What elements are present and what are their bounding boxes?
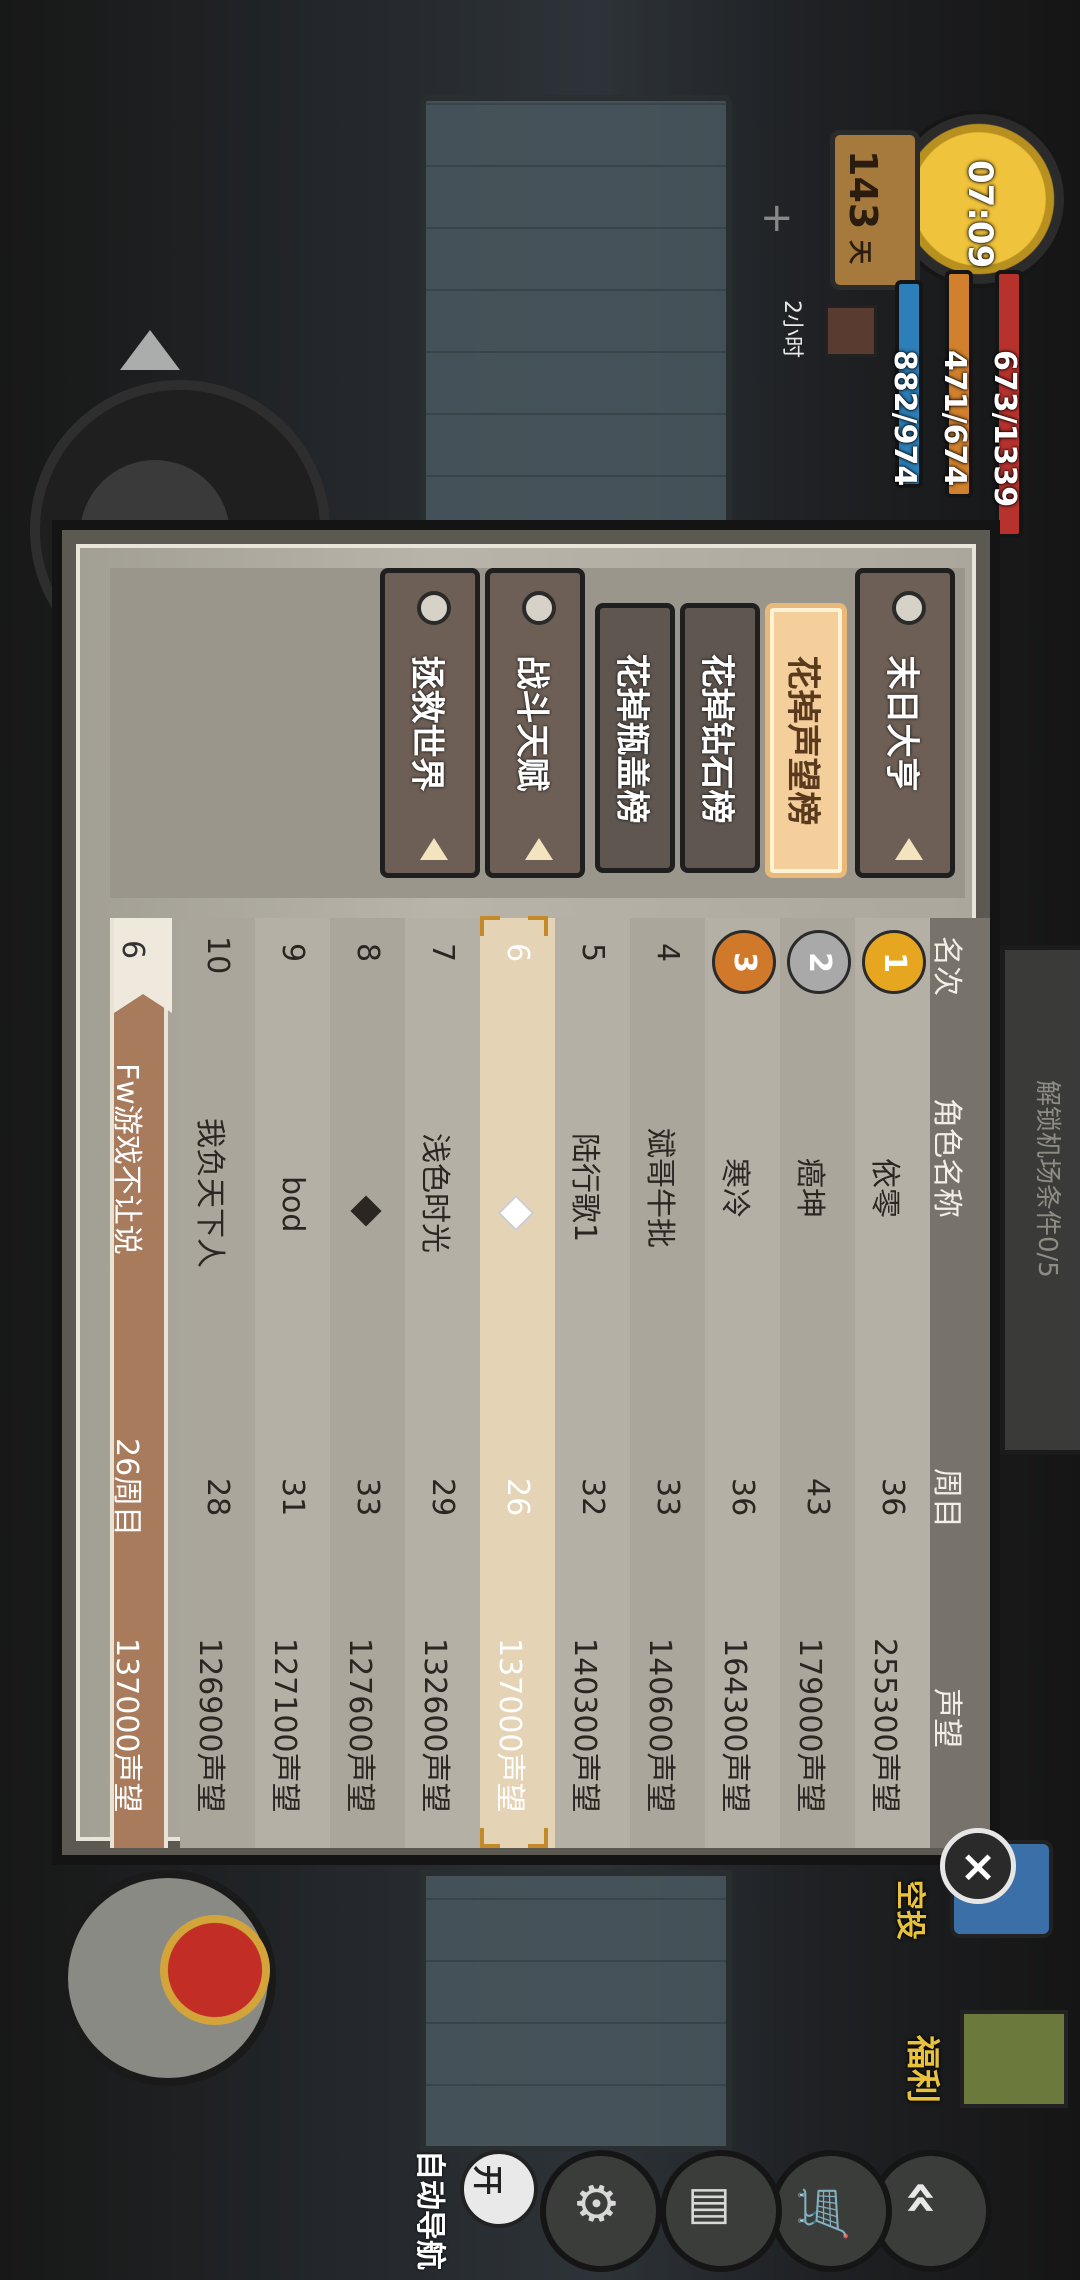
tab-combat-talent[interactable]: 战斗天赋: [485, 568, 585, 878]
back-arrow-icon: «: [890, 2180, 955, 2217]
highlight-corner: [528, 916, 548, 936]
header-name: 角色名称: [929, 1098, 964, 1218]
row-name: 寒冷: [717, 1158, 752, 1218]
row-fame: 126900声望: [192, 1638, 227, 1813]
stats-icon: ▥: [686, 2185, 740, 2229]
highlight-corner: [528, 1828, 548, 1848]
row-week: 33: [650, 1478, 685, 1517]
tab-label: 花掉钻石榜: [696, 653, 737, 823]
highlight-corner: [480, 916, 500, 936]
row-name: 癌坤: [792, 1158, 827, 1218]
tab-fame-spent[interactable]: 花掉声望榜: [765, 603, 847, 878]
tab-bottlecap-spent[interactable]: 花掉瓶盖榜: [595, 603, 675, 873]
leaderboard-panel: 末日大亨 花掉声望榜 花掉钻石榜 花掉瓶盖榜 战斗天赋 拯救世界 名次 角色名称…: [76, 544, 990, 1848]
background-room-lower: [420, 1870, 732, 2152]
tab-label: 战斗天赋: [511, 655, 552, 791]
row-week: 31: [275, 1478, 310, 1517]
header-rank: 名次: [929, 936, 964, 996]
row-fame: 255300声望: [867, 1638, 902, 1813]
expand-triangle-icon: [525, 838, 553, 860]
header-fame: 声望: [929, 1688, 964, 1748]
row-rank: 8: [350, 943, 385, 963]
tab-save-the-world[interactable]: 拯救世界: [380, 568, 480, 878]
row-week: 28: [200, 1478, 235, 1517]
tab-doomsday-tycoon[interactable]: 末日大亨: [855, 568, 955, 878]
row-rank: 4: [650, 943, 685, 963]
row-week: 26: [500, 1478, 535, 1517]
day-number: 143: [841, 150, 885, 230]
row-week: 33: [350, 1478, 385, 1517]
header-week: 周目: [929, 1468, 964, 1528]
row-fame: 164300声望: [717, 1638, 752, 1813]
tab-label: 拯救世界: [406, 655, 447, 791]
tab-label: 花掉瓶盖榜: [611, 653, 652, 823]
tab-diamond-spent[interactable]: 花掉钻石榜: [680, 603, 760, 873]
row-fame: 140300声望: [567, 1638, 602, 1813]
leaderboard-table: 名次 角色名称 周目 声望 1 依零 36 255300声望 2 癌坤 43 1…: [109, 916, 990, 1848]
buff-time: 2小时: [779, 300, 804, 358]
row-week: 32: [575, 1478, 610, 1517]
clock-time: 07:09: [960, 160, 1000, 269]
add-icon[interactable]: +: [760, 195, 794, 241]
row-name: 斌哥牛批: [642, 1128, 677, 1248]
row-week: 29: [425, 1478, 460, 1517]
tab-hole-icon: [417, 591, 451, 625]
row-fame: 179000声望: [792, 1638, 827, 1813]
gold-medal-icon: 1: [862, 930, 926, 994]
row-fame: 132600声望: [417, 1638, 452, 1813]
airdrop-label[interactable]: 空投: [892, 1880, 927, 1940]
welfare-chest-icon[interactable]: [960, 2010, 1068, 2108]
row-name: 陆行歌1: [567, 1133, 602, 1243]
row-rank: 7: [425, 943, 460, 963]
silver-medal-icon: 2: [787, 930, 851, 994]
unlock-airport-text: 解锁机场条件0/5: [1032, 1080, 1062, 1278]
row-week: 43: [800, 1478, 835, 1517]
row-rank: 5: [575, 943, 610, 963]
row-name: 我负天下人: [192, 1118, 227, 1268]
tab-hole-icon: [522, 591, 556, 625]
cart-icon: 🛒: [796, 2185, 850, 2243]
row-fame: 140600声望: [642, 1638, 677, 1813]
row-fame: 127600声望: [342, 1638, 377, 1813]
attack-button[interactable]: [160, 1915, 270, 2025]
row-rank: 6: [500, 943, 535, 963]
my-rank-flag: [114, 918, 172, 1013]
row-name: bod: [275, 1176, 310, 1233]
row-rank: 9: [275, 943, 310, 963]
close-button[interactable]: ×: [940, 1828, 1016, 1904]
close-icon: ×: [959, 1840, 997, 1892]
my-fame: 137000声望: [109, 1638, 144, 1813]
row-fame: 137000声望: [492, 1638, 527, 1813]
expand-triangle-icon: [895, 838, 923, 860]
row-fame: 127100声望: [267, 1638, 302, 1813]
tab-label: 末日大亨: [881, 655, 922, 791]
auto-nav-toggle-text: 开: [469, 2165, 504, 2195]
leaderboard-modal: 末日大亨 花掉声望榜 花掉钻石榜 花掉瓶盖榜 战斗天赋 拯救世界 名次 角色名称…: [52, 520, 1000, 1865]
expand-triangle-icon: [420, 838, 448, 860]
highlight-corner: [480, 1828, 500, 1848]
gear-icon: ⚙: [565, 2180, 625, 2227]
buff-icon[interactable]: [825, 305, 877, 357]
welfare-label[interactable]: 福利: [902, 2035, 942, 2103]
row-week: 36: [725, 1478, 760, 1517]
row-rank: 10: [200, 936, 235, 975]
my-rank: 6: [115, 940, 150, 960]
bronze-medal-icon: 3: [712, 930, 776, 994]
my-name: Fw游戏不让说: [109, 1063, 144, 1255]
hp-value: 673/1339: [987, 350, 1022, 508]
day-unit: 天: [846, 240, 874, 264]
auto-nav-label: 自动导航: [412, 2150, 447, 2270]
game-screen: + 解锁机场条件0/5 07:09 143 天 673/1339 471/674…: [0, 0, 1080, 2280]
row-name: 浅色时光: [417, 1133, 452, 1253]
my-week: 26周目: [109, 1438, 144, 1537]
joystick-arrow-icon: [120, 330, 180, 370]
row-week: 36: [875, 1478, 910, 1517]
row-name: 依零: [867, 1158, 902, 1218]
tab-hole-icon: [892, 591, 926, 625]
tab-label: 花掉声望榜: [782, 655, 823, 826]
water-value: 882/974: [887, 350, 922, 487]
hunger-value: 471/674: [937, 350, 972, 487]
tab-area: 末日大亨 花掉声望榜 花掉钻石榜 花掉瓶盖榜 战斗天赋 拯救世界: [110, 568, 965, 898]
